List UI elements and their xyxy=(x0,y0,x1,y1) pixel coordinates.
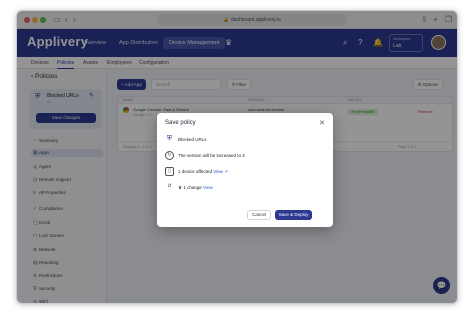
browser-window: ▭ ‹ › 🔒 dashboard.applivery.io ⇪ + ❐ App… xyxy=(16,10,458,304)
modal-version-text: The version will be increased to 2 xyxy=(178,153,245,158)
modal-title: Save policy xyxy=(165,120,196,126)
device-icon: ▯ xyxy=(165,167,174,176)
save-policy-modal: Save policy ✕ ⛨ Blocked URLs ↻ The versi… xyxy=(157,113,333,227)
external-link-icon[interactable]: ↗ xyxy=(224,169,228,174)
view-changes-link[interactable]: View xyxy=(203,185,213,190)
modal-policy-name: Blocked URLs xyxy=(178,137,207,142)
changes-icon: ⇵ xyxy=(167,183,172,189)
close-icon[interactable]: ✕ xyxy=(319,119,325,127)
version-icon: ↻ xyxy=(165,151,174,160)
modal-changes-text: 1 change xyxy=(183,185,202,190)
cancel-button[interactable]: Cancel xyxy=(247,210,271,220)
save-deploy-button[interactable]: Save & Deploy xyxy=(275,210,312,220)
view-devices-link[interactable]: View xyxy=(213,169,223,174)
crown-icon: ♛ xyxy=(178,185,183,190)
modal-devices-text: 1 device affected xyxy=(178,169,212,174)
shield-icon: ⛨ xyxy=(166,135,173,142)
